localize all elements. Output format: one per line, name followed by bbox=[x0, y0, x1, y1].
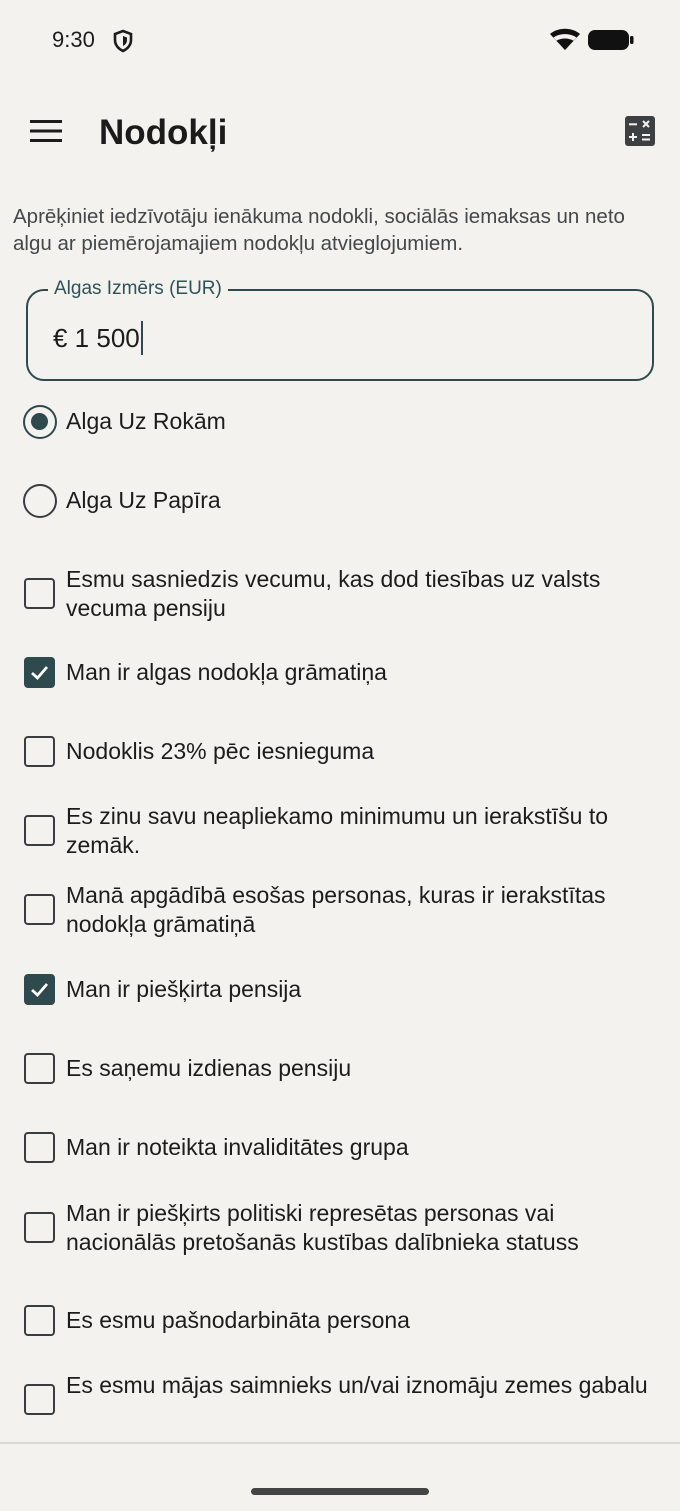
salary-value-text: € 1 500 bbox=[53, 322, 140, 353]
home-indicator[interactable] bbox=[251, 1488, 429, 1495]
checkbox[interactable] bbox=[24, 1212, 55, 1243]
checkbox-label: Nodoklis 23% pēc iesnieguma bbox=[66, 738, 375, 764]
checkbox-label: Es saņemu izdienas pensiju bbox=[66, 1055, 352, 1081]
checkbox-row-self-employed[interactable]: Es esmu pašnodarbināta persona bbox=[0, 1304, 680, 1338]
checkbox[interactable] bbox=[24, 1053, 55, 1084]
checkbox[interactable] bbox=[24, 578, 55, 609]
calculator-icon bbox=[625, 115, 655, 151]
radio-button-selected[interactable] bbox=[23, 405, 57, 439]
checkbox-row-disability[interactable]: Man ir noteikta invaliditātes grupa bbox=[0, 1131, 680, 1165]
checkbox-row-dependents[interactable]: Manā apgādībā esošas personas, kuras ir … bbox=[0, 881, 680, 939]
shield-icon bbox=[112, 29, 134, 53]
checkbox-row-service-pension[interactable]: Es saņemu izdienas pensiju bbox=[0, 1052, 680, 1086]
checkbox-checked[interactable] bbox=[24, 657, 55, 688]
status-bar: 9:30 bbox=[0, 0, 680, 80]
checkbox[interactable] bbox=[24, 894, 55, 925]
salary-input-label: Algas Izmērs (EUR) bbox=[48, 279, 228, 299]
check-icon bbox=[31, 666, 49, 681]
checkbox-row-household-land[interactable]: Es esmu mājas saimnieks un/vai iznomāju … bbox=[0, 1371, 680, 1429]
checkbox-label: Es esmu mājas saimnieks un/vai iznomāju … bbox=[66, 1372, 648, 1398]
battery-icon bbox=[588, 30, 634, 50]
checkbox-row-tax-book[interactable]: Man ir algas nodokļa grāmatiņa bbox=[0, 656, 680, 690]
radio-label: Alga Uz Papīra bbox=[66, 487, 221, 513]
text-cursor bbox=[140, 321, 143, 355]
wifi-icon bbox=[549, 28, 581, 52]
salary-input-value: € 1 500 bbox=[53, 321, 143, 355]
checkbox-label: Manā apgādībā esošas personas, kuras ir … bbox=[66, 882, 606, 937]
page-title: Nodokļi bbox=[99, 113, 228, 152]
checkbox-row-pension-age[interactable]: Esmu sasniedzis vecumu, kas dod tiesības… bbox=[0, 565, 680, 623]
navigation-bar bbox=[0, 1444, 680, 1511]
checkbox[interactable] bbox=[24, 1132, 55, 1163]
hamburger-menu-icon bbox=[29, 119, 63, 148]
salary-input[interactable]: Algas Izmērs (EUR) € 1 500 bbox=[26, 279, 654, 381]
checkbox-label: Es zinu savu neapliekamo minimumu un ier… bbox=[66, 803, 609, 858]
checkbox-row-repressed-status[interactable]: Man ir piešķirts politiski represētas pe… bbox=[0, 1199, 680, 1257]
radio-label: Alga Uz Rokām bbox=[66, 408, 226, 434]
checkbox-label: Esmu sasniedzis vecumu, kas dod tiesības… bbox=[66, 566, 601, 621]
checkbox-row-pension-granted[interactable]: Man ir piešķirta pensija bbox=[0, 973, 680, 1007]
status-time: 9:30 bbox=[52, 27, 95, 52]
checkbox-label: Man ir noteikta invaliditātes grupa bbox=[66, 1134, 409, 1160]
checkbox-label: Man ir piešķirta pensija bbox=[66, 976, 302, 1002]
calculator-button[interactable] bbox=[616, 109, 664, 157]
checkbox[interactable] bbox=[24, 1384, 55, 1415]
menu-button[interactable] bbox=[22, 109, 70, 157]
checkbox[interactable] bbox=[24, 1305, 55, 1336]
checkbox-row-known-minimum[interactable]: Es zinu savu neapliekamo minimumu un ier… bbox=[0, 802, 680, 860]
checkbox-label: Man ir algas nodokļa grāmatiņa bbox=[66, 659, 387, 685]
checkbox-label: Man ir piešķirts politiski represētas pe… bbox=[66, 1200, 579, 1255]
checkbox-row-tax-23[interactable]: Nodoklis 23% pēc iesnieguma bbox=[0, 735, 680, 769]
radio-net-salary[interactable]: Alga Uz Rokām bbox=[0, 403, 680, 441]
checkbox[interactable] bbox=[24, 815, 55, 846]
check-icon bbox=[31, 983, 49, 998]
checkbox-checked[interactable] bbox=[24, 974, 55, 1005]
checkbox-label: Es esmu pašnodarbināta persona bbox=[66, 1307, 410, 1333]
description-text: Aprēķiniet iedzīvotāju ienākuma nodokli,… bbox=[13, 205, 625, 255]
radio-button[interactable] bbox=[23, 484, 57, 518]
app-bar: Nodokļi bbox=[0, 95, 680, 175]
checkbox[interactable] bbox=[24, 736, 55, 767]
radio-gross-salary[interactable]: Alga Uz Papīra bbox=[0, 482, 680, 520]
